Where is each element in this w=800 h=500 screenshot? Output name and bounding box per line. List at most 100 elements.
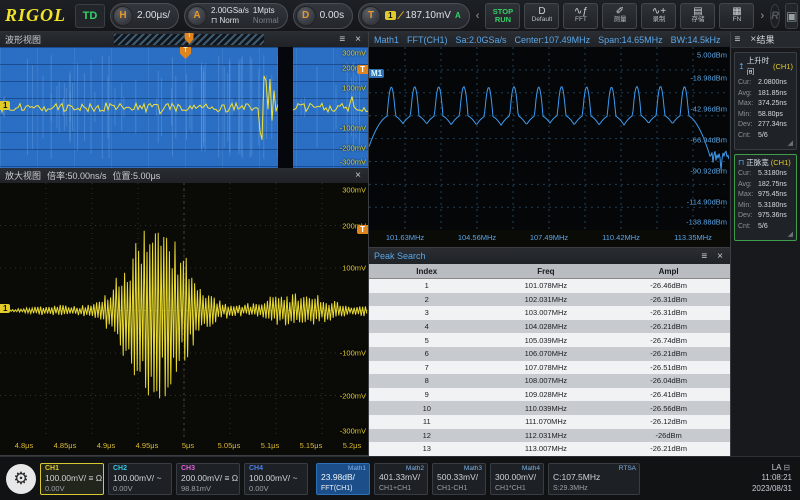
math-box-math2[interactable]: Math2401.33mV/CH1+CH1	[374, 463, 428, 495]
table-row[interactable]: 7107.078MHz-26.51dBm	[369, 361, 730, 375]
zoom-view-panel: 放大视图 倍率:50.00ns/s 位置:5.00μs × 1 T 300mV2…	[0, 168, 368, 456]
menu-icon[interactable]: ≡	[733, 34, 743, 45]
ch1-ground-marker[interactable]: 1	[0, 101, 10, 110]
trigger-mode-badge[interactable]: TD	[75, 4, 105, 28]
run-stop-button-line2: RUN	[495, 16, 511, 24]
horizontal-group[interactable]: H 2.00μs/	[110, 3, 179, 29]
trigger-level-marker[interactable]: T	[357, 65, 368, 74]
channel-scale: 200.00mV/ ≡ Ω	[181, 473, 235, 484]
table-row[interactable]: 4104.028MHz-26.21dBm	[369, 320, 730, 334]
table-row[interactable]: 2102.031MHz-26.31dBm	[369, 293, 730, 307]
math-box-math1[interactable]: Math123.98dB/FFT(CH1)	[316, 463, 370, 495]
history-icon[interactable]: ◢	[788, 139, 793, 147]
fft-button-label: FFT	[575, 17, 587, 24]
fft-panel: Math1FFT(CH1)Sa:2.0GSa/sCenter:107.49MHz…	[369, 32, 730, 248]
cell: -26.56dBm	[607, 401, 730, 415]
cell: -26.31dBm	[607, 306, 730, 320]
waveform-overview-plot[interactable]: T 1 T 300mV200mV100mV-100mV-200mV-300mV	[0, 47, 368, 168]
table-row[interactable]: 1101.078MHz-26.46dBm	[369, 279, 730, 293]
measure-card-0[interactable]: ↥上升时间(CH1)Cur:2.0800nsAvg:181.85nsMax:37…	[734, 52, 797, 150]
tick-label: 110.42MHz	[602, 233, 640, 242]
math-box-math4[interactable]: Math4300.00mV/CH1*CH1	[490, 463, 544, 495]
table-row[interactable]: 13113.007MHz-26.21dBm	[369, 442, 730, 456]
peak-col-freq: Freq	[485, 264, 608, 278]
acquire-group[interactable]: A 2.00GSa/s ⊓ Norm 1Mpts Normal	[184, 3, 288, 29]
h-knob[interactable]: H	[113, 6, 133, 26]
peak-col-ampl: Ampl	[607, 264, 730, 278]
channel-label: CH2	[113, 465, 167, 473]
measure-type-icon: ⊓	[738, 158, 744, 167]
close-icon[interactable]: ×	[353, 170, 363, 181]
table-row[interactable]: 5105.039MHz-26.74dBm	[369, 333, 730, 347]
trigger-level-marker[interactable]: T	[357, 225, 368, 234]
channel-box-ch2[interactable]: CH2100.00mV/ ~0.00V	[108, 463, 172, 495]
close-icon[interactable]: ×	[715, 251, 725, 262]
measure-value: 5/6	[758, 222, 768, 233]
acquire-mode: ⊓ Norm	[211, 16, 249, 26]
table-row[interactable]: 10110.039MHz-26.56dBm	[369, 401, 730, 415]
menu-icon[interactable]: ≡	[337, 34, 347, 45]
measure-card-header: ↥上升时间(CH1)	[738, 55, 793, 77]
default-button[interactable]: DDefault	[524, 3, 559, 29]
cell: 107.078MHz	[485, 361, 608, 375]
menu-icon[interactable]: ≡	[699, 251, 709, 262]
table-row[interactable]: 6106.070MHz-26.21dBm	[369, 347, 730, 361]
zoom-position: 位置:5.00μs	[113, 169, 161, 182]
zoom-waveform-plot[interactable]: 1 T 300mV200mV100mV-100mV-200mV-300mV	[0, 183, 368, 438]
cell: 5	[369, 333, 485, 347]
record-navigator[interactable]: T	[114, 34, 264, 45]
d-knob[interactable]: D	[296, 6, 316, 26]
zoom-view-title: 放大视图	[5, 169, 41, 182]
rtsa-label: RTSA	[619, 465, 636, 472]
delay-group[interactable]: D 0.00s	[293, 3, 353, 29]
measure-key: Cnt:	[738, 222, 758, 233]
measure-button[interactable]: ✐测量	[602, 3, 637, 29]
cell: 106.070MHz	[485, 347, 608, 361]
close-icon[interactable]: ×	[748, 34, 758, 45]
rtsa-box[interactable]: RTSA C:107.5MHz S:29.3MHz	[548, 463, 640, 495]
math-box-math3[interactable]: Math3500.33mV/CH1-CH1	[432, 463, 486, 495]
right-column: Math1FFT(CH1)Sa:2.0GSa/sCenter:107.49MHz…	[368, 32, 730, 456]
t-knob[interactable]: T	[361, 6, 381, 26]
history-icon[interactable]: ◢	[788, 230, 793, 238]
record-button[interactable]: ∿+录制	[641, 3, 676, 29]
run-stop-button[interactable]: STOPRUN	[485, 3, 520, 29]
math-operation: CH1-CH1	[437, 484, 481, 493]
measure-type-icon: ↥	[738, 62, 745, 71]
channel-box-ch3[interactable]: CH3200.00mV/ ≡ Ω98.81mV	[176, 463, 240, 495]
table-row[interactable]: 3103.007MHz-26.31dBm	[369, 306, 730, 320]
toolbar-scroll-right-icon[interactable]: ›	[759, 10, 765, 22]
toolbar-scroll-left-icon[interactable]: ‹	[475, 10, 481, 22]
cell: -26.21dBm	[607, 320, 730, 334]
cell: 109.028MHz	[485, 388, 608, 402]
cell: 104.028MHz	[485, 320, 608, 334]
fn-button[interactable]: ▦FN	[719, 3, 754, 29]
measure-key: Cnt:	[738, 131, 758, 142]
ch1-ground-marker[interactable]: 1	[0, 304, 10, 313]
cell: 108.007MHz	[485, 374, 608, 388]
rigol-gear-icon[interactable]: ⚙	[6, 464, 36, 494]
a-knob[interactable]: A	[187, 6, 207, 26]
table-row[interactable]: 12112.031MHz-26dBm	[369, 429, 730, 443]
close-icon[interactable]: ×	[353, 34, 363, 45]
tick-label: 113.35MHz	[674, 233, 712, 242]
usb-icon: ⊟	[783, 463, 792, 472]
measure-key: Max:	[738, 190, 758, 201]
trigger-position-marker[interactable]: T	[185, 33, 194, 44]
trigger-group[interactable]: T 1 ∕ 187.10mV A	[358, 3, 470, 29]
fft-spectrum-plot[interactable]: M1 5.00dBm-18.98dBm-42.96dBm-66.94dBm-90…	[369, 47, 729, 230]
channel-label: CH1	[45, 465, 99, 473]
fft-button[interactable]: ∿ƒFFT	[563, 3, 598, 29]
display-settings-icon[interactable]: ▣	[785, 3, 798, 29]
math-label: Math3	[464, 465, 482, 472]
table-row[interactable]: 11111.070MHz-26.12dBm	[369, 415, 730, 429]
measure-card-1[interactable]: ⊓正脉宽(CH1)Cur:5.3180nsAvg:182.75nsMax:975…	[734, 154, 797, 241]
measure-row: Avg:181.85ns	[738, 89, 793, 100]
math1-marker[interactable]: M1	[369, 69, 384, 78]
channel-box-ch1[interactable]: CH1100.00mV/ ≡ Ω0.00V	[40, 463, 104, 495]
table-row[interactable]: 9109.028MHz-26.41dBm	[369, 388, 730, 402]
measure-row: Dev:975.36ns	[738, 211, 793, 222]
table-row[interactable]: 8108.007MHz-26.04dBm	[369, 374, 730, 388]
storage-button[interactable]: ▤存储	[680, 3, 715, 29]
channel-box-ch4[interactable]: CH4100.00mV/ ~0.00V	[244, 463, 308, 495]
